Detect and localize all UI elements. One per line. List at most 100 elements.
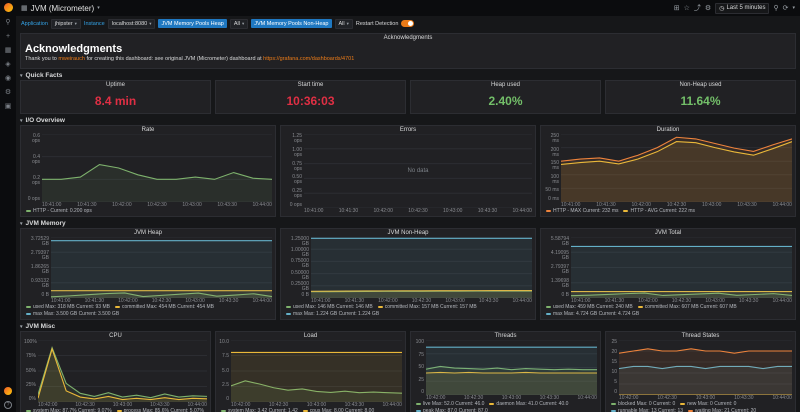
share-icon[interactable]: ⤴ bbox=[694, 5, 701, 12]
title-caret-icon[interactable]: ▾ bbox=[97, 5, 100, 11]
errors-chart: 1.25 ops1.00 ops0.75 ops0.50 ops0.25 ops… bbox=[281, 134, 535, 216]
legend-item[interactable]: runnable Max: 13 Current: 13 bbox=[611, 408, 683, 412]
legend-item[interactable]: live Max: 52.0 Current: 46.0 bbox=[416, 401, 484, 407]
nonheap-pools-select[interactable]: All ▾ bbox=[335, 19, 353, 29]
panel-title[interactable]: Uptime bbox=[21, 81, 210, 89]
restart-detection-toggle[interactable] bbox=[401, 20, 414, 27]
author-link[interactable]: mweirauch bbox=[58, 56, 85, 62]
y-tick-label: 25% bbox=[24, 383, 36, 388]
legend-item[interactable]: HTTP - Current: 0.200 ops bbox=[26, 208, 92, 214]
legend-item[interactable]: used Max: 318 MB Current: 93 MB bbox=[26, 304, 110, 310]
row-quick-facts[interactable]: ▾ Quick Facts bbox=[20, 71, 796, 80]
chevron-down-icon: ▾ bbox=[242, 21, 244, 27]
alerting-icon[interactable]: ◉ bbox=[5, 75, 11, 82]
panel-title[interactable]: CPU bbox=[21, 332, 210, 340]
heap-pools-select[interactable]: All ▾ bbox=[230, 19, 248, 29]
y-tick-label: 0.25 ops bbox=[284, 189, 302, 199]
y-tick-label: 250 ms bbox=[544, 134, 559, 144]
y-tick-label: 75 bbox=[414, 353, 424, 358]
zoom-out-icon[interactable]: ⚲ bbox=[773, 5, 778, 12]
template-variables-bar: Application jhipster ▾ Instance localhos… bbox=[16, 16, 800, 31]
graph-area: 2520151050 bbox=[609, 340, 792, 395]
search-icon[interactable]: ⚲ bbox=[5, 19, 10, 26]
panel-title[interactable]: Acknowledgments bbox=[21, 34, 795, 42]
panel-title[interactable]: Threads bbox=[411, 332, 600, 340]
configuration-icon[interactable]: ⚙ bbox=[5, 89, 11, 96]
row-jvm-misc[interactable]: ▾ JVM Misc bbox=[20, 322, 796, 331]
legend: HTTP - Current: 0.200 ops bbox=[24, 208, 272, 214]
x-tick-label: 10:43:30 bbox=[478, 208, 497, 214]
legend-item[interactable]: used Max: 146 MB Current: 146 MB bbox=[286, 304, 373, 310]
stat-value: 8.4 min bbox=[21, 89, 210, 113]
panel-title[interactable]: Start time bbox=[216, 81, 405, 89]
legend-item[interactable]: process Max: 85.6% Current: 5.07% bbox=[117, 408, 204, 412]
legend-item[interactable]: blocked Max: 0 Current: 0 bbox=[611, 401, 675, 407]
legend-label: max Max: 1.224 GB Current: 1.224 GB bbox=[293, 311, 379, 317]
legend-item[interactable]: peak Max: 87.0 Current: 87.0 bbox=[416, 408, 488, 412]
server-admin-icon[interactable]: ▣ bbox=[5, 103, 12, 110]
y-tick-label: 0.93132 GB bbox=[24, 279, 49, 289]
toggle-knob bbox=[408, 21, 413, 26]
create-icon[interactable]: + bbox=[6, 33, 10, 40]
legend-label: blocked Max: 0 Current: 0 bbox=[618, 401, 675, 407]
dashboard-url-link[interactable]: https://grafana.com/dashboards/4701 bbox=[263, 56, 354, 62]
legend-item[interactable]: system Max: 3.42 Current: 1.42 bbox=[221, 408, 298, 412]
panel-title[interactable]: Duration bbox=[541, 126, 795, 134]
legend-item[interactable]: committed Max: 454 MB Current: 454 MB bbox=[115, 304, 214, 310]
legend-label: cpus Max: 8.00 Current: 8.00 bbox=[310, 408, 374, 412]
application-select[interactable]: jhipster ▾ bbox=[51, 19, 81, 29]
legend-item[interactable]: daemon Max: 41.0 Current: 40.0 bbox=[489, 401, 568, 407]
navbar-actions: ⊞ ☆ ⤴ ⚙ ◷ Last 5 minutes ⚲ ⟳ ▾ bbox=[674, 3, 795, 14]
legend-item[interactable]: HTTP - AVG Current: 222 ms bbox=[623, 208, 695, 214]
time-range-picker[interactable]: ◷ Last 5 minutes bbox=[715, 3, 769, 14]
panel-title[interactable]: Load bbox=[216, 332, 405, 340]
row-jvm-memory[interactable]: ▾ JVM Memory bbox=[20, 219, 796, 228]
legend-item[interactable]: committed Max: 607 MB Current: 607 MB bbox=[638, 304, 737, 310]
legend-item[interactable]: max Max: 1.224 GB Current: 1.224 GB bbox=[286, 311, 379, 317]
panel-title[interactable]: JVM Total bbox=[541, 229, 795, 237]
instance-select[interactable]: localhost:8080 ▾ bbox=[108, 19, 156, 29]
panel-title[interactable]: JVM Non-Heap bbox=[281, 229, 535, 237]
y-tick-label: 1.25 ops bbox=[284, 134, 302, 144]
legend-item[interactable]: max Max: 3.500 GB Current: 3.500 GB bbox=[26, 311, 119, 317]
grafana-footer-logo[interactable] bbox=[4, 387, 12, 395]
legend-item[interactable]: max Max: 4.724 GB Current: 4.724 GB bbox=[546, 311, 639, 317]
refresh-caret-icon[interactable]: ▾ bbox=[792, 5, 795, 11]
star-icon[interactable]: ☆ bbox=[684, 5, 690, 12]
legend-item[interactable]: waiting Max: 21 Current: 20 bbox=[688, 408, 756, 412]
dashboard-title[interactable]: JVM (Micrometer) bbox=[31, 4, 95, 13]
legend: used Max: 318 MB Current: 93 MB committed… bbox=[24, 304, 272, 317]
y-axis: 10.07.55.02.50 bbox=[219, 340, 231, 402]
panel-title[interactable]: JVM Heap bbox=[21, 229, 275, 237]
legend-item[interactable]: HTTP - MAX Current: 232 ms bbox=[546, 208, 618, 214]
panel-title[interactable]: Rate bbox=[21, 126, 275, 134]
duration-chart: 250 ms200 ms150 ms100 ms50 ms0 ms10:41:0… bbox=[541, 134, 795, 216]
legend-item[interactable]: used Max: 459 MB Current: 240 MB bbox=[546, 304, 633, 310]
panel-title[interactable]: Non-Heap used bbox=[606, 81, 795, 89]
jvm-misc-panels: CPU 100%75%50%25%0%10:42:0010:42:3010:43… bbox=[20, 331, 796, 412]
row-io-overview[interactable]: ▾ I/O Overview bbox=[20, 116, 796, 125]
legend-item[interactable]: cpus Max: 8.00 Current: 8.00 bbox=[303, 408, 374, 412]
legend-item[interactable]: new Max: 0 Current: 0 bbox=[680, 401, 736, 407]
dashboard-icon: ▦ bbox=[21, 4, 28, 12]
graph-area: 10.07.55.02.50 bbox=[219, 340, 402, 402]
dashboard-settings-icon[interactable]: ⚙ bbox=[705, 5, 711, 12]
legend-item[interactable]: system Max: 87.7% Current: 9.07% bbox=[26, 408, 112, 412]
add-panel-icon[interactable]: ⊞ bbox=[674, 5, 680, 12]
explore-icon[interactable]: ◈ bbox=[5, 61, 10, 68]
graph-area: 1.25000 GB1.00000 GB0.75000 GB0.50000 GB… bbox=[284, 237, 532, 298]
help-icon[interactable]: ? bbox=[4, 401, 12, 409]
panel-title[interactable]: Errors bbox=[281, 126, 535, 134]
row-title: JVM Misc bbox=[26, 323, 56, 330]
nonheap-pools-value: All bbox=[339, 21, 345, 27]
panel-title[interactable]: Thread States bbox=[606, 332, 795, 340]
grafana-logo[interactable] bbox=[4, 3, 13, 12]
dashboard-content: Acknowledgments Acknowledgments Thank yo… bbox=[16, 31, 800, 412]
panel-title[interactable]: Heap used bbox=[411, 81, 600, 89]
legend-item[interactable]: committed Max: 157 MB Current: 157 MB bbox=[378, 304, 477, 310]
graph-area: 1007550250 bbox=[414, 340, 597, 395]
refresh-icon[interactable]: ⟳ bbox=[783, 5, 789, 12]
dashboards-icon[interactable]: ▦ bbox=[5, 47, 12, 54]
legend-label: live Max: 52.0 Current: 46.0 bbox=[423, 401, 484, 407]
y-tick-label: 100% bbox=[24, 340, 36, 345]
